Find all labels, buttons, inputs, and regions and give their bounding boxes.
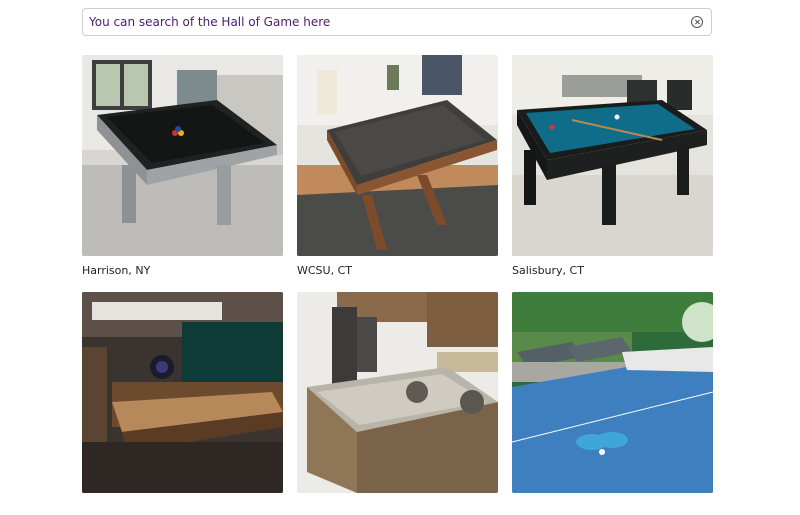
gallery-card[interactable]: Salisbury, CT <box>512 55 713 278</box>
card-caption: WCSU, CT <box>297 264 352 277</box>
pool-table-image <box>82 55 283 256</box>
gallery-card[interactable] <box>512 292 713 515</box>
card-caption <box>297 501 498 515</box>
gallery-image[interactable] <box>82 292 283 493</box>
gallery-image[interactable] <box>82 55 283 256</box>
gallery-card[interactable] <box>82 292 283 515</box>
card-caption <box>512 501 713 515</box>
card-caption: Harrison, NY <box>82 264 151 277</box>
search-bar <box>82 8 712 36</box>
search-input[interactable] <box>83 9 683 35</box>
gallery-image[interactable] <box>297 55 498 256</box>
pool-table-image <box>297 55 498 256</box>
gallery-image[interactable] <box>512 55 713 256</box>
shuffleboard-image <box>82 292 283 493</box>
kitchen-image <box>297 292 498 493</box>
clear-icon[interactable] <box>691 16 703 28</box>
gallery-card[interactable]: Harrison, NY <box>82 55 283 278</box>
card-caption: Salisbury, CT <box>512 264 584 277</box>
ping-pong-image <box>512 292 713 493</box>
gallery-card[interactable]: WCSU, CT <box>297 55 498 278</box>
card-caption <box>82 501 283 515</box>
gallery-image[interactable] <box>297 292 498 493</box>
pool-table-image <box>512 55 713 256</box>
gallery-card[interactable] <box>297 292 498 515</box>
gallery-image[interactable] <box>512 292 713 493</box>
